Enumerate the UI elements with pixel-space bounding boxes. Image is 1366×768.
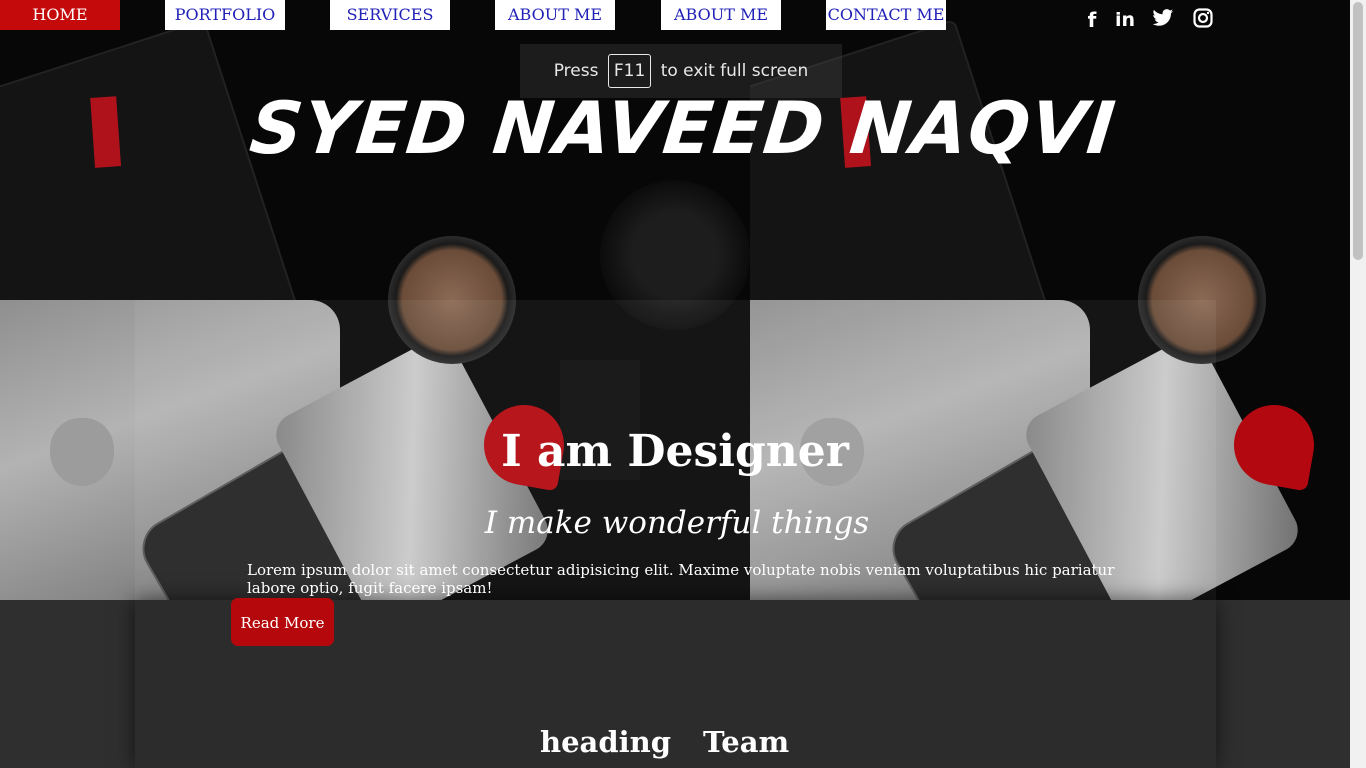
- tip-prefix: Press: [553, 61, 599, 81]
- f11-key: F11: [607, 54, 652, 88]
- scrollbar-thumb[interactable]: [1353, 2, 1363, 260]
- nav-portfolio[interactable]: PORTFOLIO: [165, 0, 285, 30]
- nav-home[interactable]: HOME: [0, 0, 120, 30]
- facebook-icon[interactable]: f: [1080, 8, 1104, 32]
- instagram-icon[interactable]: [1191, 8, 1215, 32]
- hero-heading: I am Designer: [501, 426, 849, 477]
- section-heading-team: Team: [703, 725, 790, 759]
- linkedin-icon[interactable]: in: [1113, 8, 1137, 32]
- site-title: SYED NAVEED NAQVI: [246, 86, 1120, 170]
- hero-description: Lorem ipsum dolor sit amet consectetur a…: [247, 561, 1115, 597]
- section-heading: heading: [540, 725, 671, 759]
- nav-services[interactable]: SERVICES: [330, 0, 450, 30]
- nav-about-me[interactable]: ABOUT ME: [495, 0, 615, 30]
- read-more-button[interactable]: Read More: [231, 598, 334, 646]
- tip-suffix: to exit full screen: [660, 61, 809, 81]
- fullscreen-tip: Press F11 to exit full screen: [520, 54, 842, 88]
- hero-subheading: I make wonderful things: [484, 505, 870, 541]
- page-scrollbar[interactable]: [1350, 0, 1366, 768]
- nav-contact-me[interactable]: CONTACT ME: [826, 0, 946, 30]
- twitter-icon[interactable]: [1151, 8, 1175, 32]
- nav-about-me-2[interactable]: ABOUT ME: [661, 0, 781, 30]
